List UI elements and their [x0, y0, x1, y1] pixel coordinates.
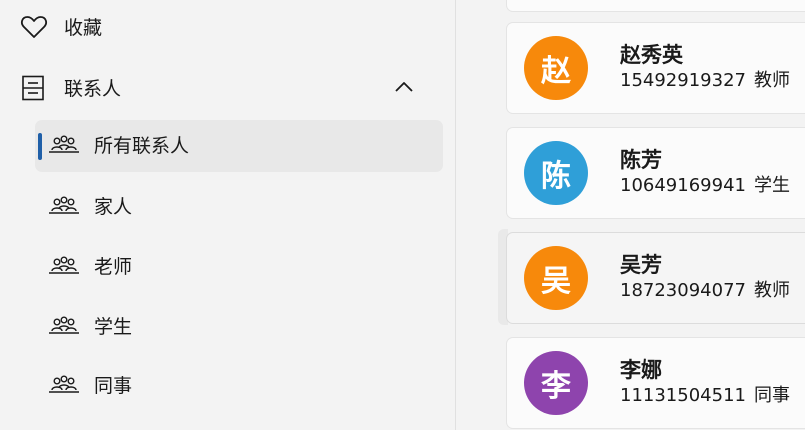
- sidebar-item-label: 收藏: [64, 16, 103, 39]
- heart-icon: [21, 16, 47, 38]
- contact-group: 同事: [753, 385, 790, 406]
- contact-info: 15492919327 教师: [620, 69, 790, 93]
- sidebar-item-students[interactable]: 学生: [35, 301, 443, 353]
- contact-phone: 10649169941: [620, 175, 746, 196]
- contact-phone: 11131504511: [620, 385, 746, 406]
- contact-group: 教师: [753, 280, 790, 301]
- contact-name: 陈芳: [620, 148, 662, 172]
- chevron-up-icon[interactable]: [393, 79, 415, 95]
- sidebar-item-contacts[interactable]: 联系人: [0, 61, 455, 113]
- people-group-icon: [49, 196, 79, 214]
- contact-card-partial[interactable]: [506, 0, 805, 12]
- contact-phone: 15492919327: [620, 70, 746, 91]
- avatar: 吴: [524, 246, 588, 310]
- sidebar-item-label: 同事: [94, 375, 133, 397]
- contact-info: 11131504511 同事: [620, 384, 790, 408]
- contact-group: 学生: [753, 175, 790, 196]
- contact-group: 教师: [753, 70, 790, 91]
- selection-indicator: [38, 133, 42, 160]
- people-group-icon: [49, 256, 79, 274]
- contact-phone: 18723094077: [620, 280, 746, 301]
- contact-name: 赵秀英: [620, 43, 683, 67]
- people-group-icon: [49, 375, 79, 393]
- contact-card[interactable]: 陈 陈芳 10649169941 学生: [506, 127, 805, 219]
- contact-card-icon: [22, 75, 44, 101]
- contact-card[interactable]: 李 李娜 11131504511 同事: [506, 337, 805, 429]
- contact-card[interactable]: 赵 赵秀英 15492919327 教师: [506, 22, 805, 114]
- sidebar-item-label: 联系人: [64, 77, 122, 100]
- people-group-icon: [49, 135, 79, 153]
- people-group-icon: [49, 316, 79, 334]
- avatar: 李: [524, 351, 588, 415]
- sidebar: 收藏 联系人 所有联系人 家人 老师 学生 同事: [0, 0, 455, 430]
- sidebar-item-label: 所有联系人: [94, 135, 190, 157]
- contact-card[interactable]: 吴 吴芳 18723094077 教师: [506, 232, 805, 324]
- sidebar-item-family[interactable]: 家人: [35, 181, 443, 233]
- contact-name: 李娜: [620, 358, 662, 382]
- avatar: 赵: [524, 36, 588, 100]
- avatar: 陈: [524, 141, 588, 205]
- sidebar-item-favorites[interactable]: 收藏: [0, 0, 455, 52]
- sidebar-item-teachers[interactable]: 老师: [35, 241, 443, 293]
- sidebar-item-all-contacts[interactable]: 所有联系人: [35, 120, 443, 172]
- contact-info: 10649169941 学生: [620, 174, 790, 198]
- sidebar-item-colleagues[interactable]: 同事: [35, 360, 443, 412]
- contact-list: 赵 赵秀英 15492919327 教师 陈 陈芳 10649169941 学生 吴…: [456, 0, 805, 430]
- contact-name: 吴芳: [620, 253, 662, 277]
- contact-info: 18723094077 教师: [620, 279, 790, 303]
- sidebar-item-label: 学生: [94, 316, 133, 338]
- sidebar-item-label: 老师: [94, 256, 133, 278]
- sidebar-item-label: 家人: [94, 196, 133, 218]
